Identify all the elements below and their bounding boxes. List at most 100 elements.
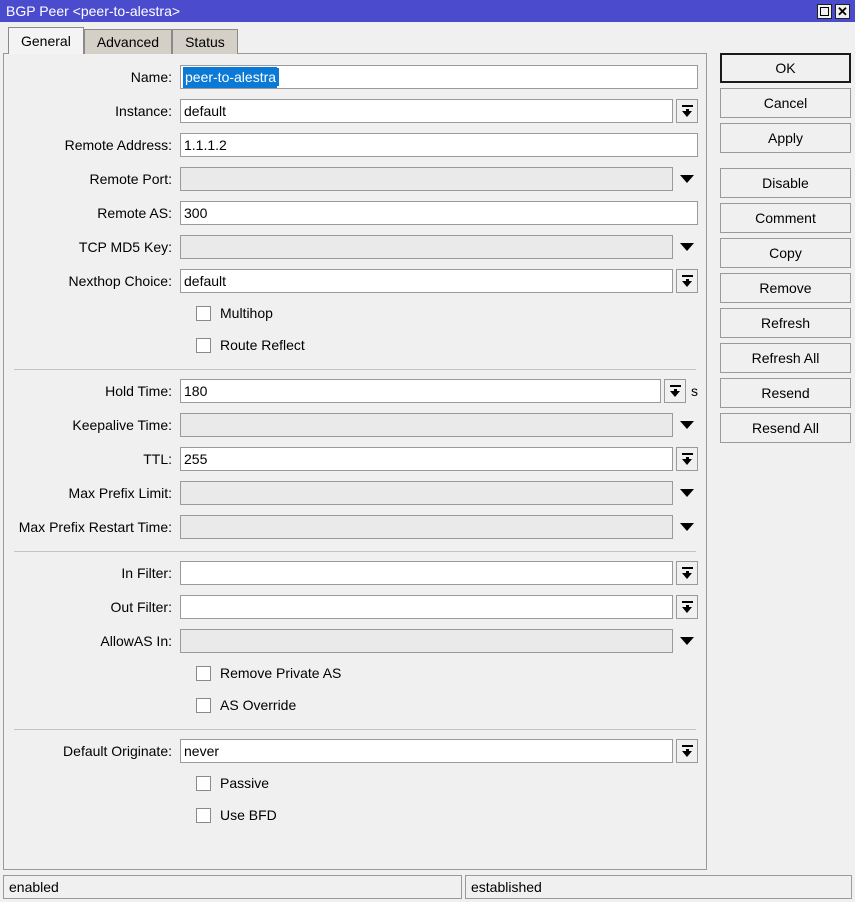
remote-port-input[interactable] — [180, 167, 673, 191]
allowas-in-dropdown-icon[interactable] — [676, 629, 698, 653]
remove-button[interactable]: Remove — [720, 273, 851, 303]
field-max-prefix-limit — [180, 481, 706, 505]
label-max-prefix-limit: Max Prefix Limit: — [4, 485, 180, 501]
nexthop-choice-input[interactable]: default — [180, 269, 673, 293]
chevron-down-icon — [680, 175, 694, 183]
resend-button[interactable]: Resend — [720, 378, 851, 408]
max-prefix-restart-time-dropdown-icon[interactable] — [676, 515, 698, 539]
max-prefix-restart-time-input[interactable] — [180, 515, 673, 539]
hold-time-unit: s — [691, 383, 698, 399]
multihop-label: Multihop — [220, 305, 273, 321]
label-hold-time: Hold Time: — [4, 383, 180, 399]
ok-button[interactable]: OK — [720, 53, 851, 83]
field-in-filter — [180, 561, 706, 585]
dialog-body: General Advanced Status Name: peer-to-al… — [0, 22, 855, 902]
multihop-checkbox[interactable] — [196, 306, 211, 321]
passive-checkbox[interactable] — [196, 776, 211, 791]
tab-status[interactable]: Status — [172, 29, 238, 54]
keepalive-time-input[interactable] — [180, 413, 673, 437]
tcp-md5-key-dropdown-icon[interactable] — [676, 235, 698, 259]
window-title: BGP Peer <peer-to-alestra> — [6, 0, 817, 22]
comment-button[interactable]: Comment — [720, 203, 851, 233]
action-button-column: OK Cancel Apply Disable Comment Copy Rem… — [720, 53, 851, 448]
disable-button[interactable]: Disable — [720, 168, 851, 198]
name-input[interactable]: peer-to-alestra — [180, 65, 698, 89]
in-filter-input[interactable] — [180, 561, 673, 585]
route-reflect-checkbox[interactable] — [196, 338, 211, 353]
field-default-originate: never — [180, 739, 706, 763]
window-controls: ✕ — [817, 4, 853, 19]
chevron-down-icon — [680, 243, 694, 251]
field-ttl: 255 — [180, 447, 706, 471]
keepalive-time-dropdown-icon[interactable] — [676, 413, 698, 437]
passive-label: Passive — [220, 775, 269, 791]
cancel-button[interactable]: Cancel — [720, 88, 851, 118]
use-bfd-checkbox[interactable] — [196, 808, 211, 823]
as-override-checkbox[interactable] — [196, 698, 211, 713]
restore-glyph — [820, 7, 829, 16]
chevron-down-icon — [682, 751, 692, 757]
default-originate-input[interactable]: never — [180, 739, 673, 763]
tab-bar: General Advanced Status — [8, 27, 238, 54]
field-hold-time: 180 s — [180, 379, 706, 403]
out-filter-input[interactable] — [180, 595, 673, 619]
refresh-all-button[interactable]: Refresh All — [720, 343, 851, 373]
field-remote-address: 1.1.1.2 — [180, 133, 706, 157]
close-icon[interactable]: ✕ — [835, 4, 850, 19]
copy-button[interactable]: Copy — [720, 238, 851, 268]
tcp-md5-key-input[interactable] — [180, 235, 673, 259]
label-ttl: TTL: — [4, 451, 180, 467]
remote-port-dropdown-icon[interactable] — [676, 167, 698, 191]
label-default-originate: Default Originate: — [4, 743, 180, 759]
checkbox-row-use-bfd: Use BFD — [4, 802, 706, 828]
resend-all-button[interactable]: Resend All — [720, 413, 851, 443]
label-nexthop-choice: Nexthop Choice: — [4, 273, 180, 289]
bgp-peer-dialog: BGP Peer <peer-to-alestra> ✕ General Adv… — [0, 0, 855, 902]
field-tcp-md5-key — [180, 235, 706, 259]
label-in-filter: In Filter: — [4, 565, 180, 581]
tab-advanced[interactable]: Advanced — [84, 29, 172, 54]
combo-bar — [682, 601, 693, 603]
max-prefix-limit-input[interactable] — [180, 481, 673, 505]
remote-as-input[interactable]: 300 — [180, 201, 698, 225]
section-separator-2 — [14, 551, 696, 552]
field-out-filter — [180, 595, 706, 619]
status-connection-state: established — [465, 875, 852, 899]
field-row-instance: Instance: default — [4, 98, 706, 124]
tab-general[interactable]: General — [8, 27, 84, 54]
field-row-nexthop-choice: Nexthop Choice: default — [4, 268, 706, 294]
field-row-tcp-md5-key: TCP MD5 Key: — [4, 234, 706, 260]
field-nexthop-choice: default — [180, 269, 706, 293]
field-remote-port — [180, 167, 706, 191]
apply-button[interactable]: Apply — [720, 123, 851, 153]
route-reflect-label: Route Reflect — [220, 337, 305, 353]
allowas-in-input[interactable] — [180, 629, 673, 653]
field-row-in-filter: In Filter: — [4, 560, 706, 586]
ttl-input[interactable]: 255 — [180, 447, 673, 471]
refresh-button[interactable]: Refresh — [720, 308, 851, 338]
default-originate-dropdown-icon[interactable] — [676, 739, 698, 763]
in-filter-dropdown-icon[interactable] — [676, 561, 698, 585]
field-row-default-originate: Default Originate: never — [4, 738, 706, 764]
field-name: peer-to-alestra — [180, 65, 706, 89]
field-row-max-prefix-restart-time: Max Prefix Restart Time: — [4, 514, 706, 540]
remove-private-as-checkbox[interactable] — [196, 666, 211, 681]
chevron-down-icon — [680, 637, 694, 645]
out-filter-dropdown-icon[interactable] — [676, 595, 698, 619]
combo-bar — [682, 275, 693, 277]
nexthop-choice-dropdown-icon[interactable] — [676, 269, 698, 293]
chevron-down-icon — [680, 489, 694, 497]
chevron-down-icon — [682, 459, 692, 465]
chevron-down-icon — [682, 573, 692, 579]
hold-time-spinner-icon[interactable] — [664, 379, 686, 403]
hold-time-input[interactable]: 180 — [180, 379, 661, 403]
ttl-dropdown-icon[interactable] — [676, 447, 698, 471]
label-keepalive-time: Keepalive Time: — [4, 417, 180, 433]
max-prefix-limit-dropdown-icon[interactable] — [676, 481, 698, 505]
instance-input[interactable]: default — [180, 99, 673, 123]
field-row-hold-time: Hold Time: 180 s — [4, 378, 706, 404]
instance-dropdown-icon[interactable] — [676, 99, 698, 123]
restore-icon[interactable] — [817, 4, 832, 19]
field-row-remote-port: Remote Port: — [4, 166, 706, 192]
remote-address-input[interactable]: 1.1.1.2 — [180, 133, 698, 157]
